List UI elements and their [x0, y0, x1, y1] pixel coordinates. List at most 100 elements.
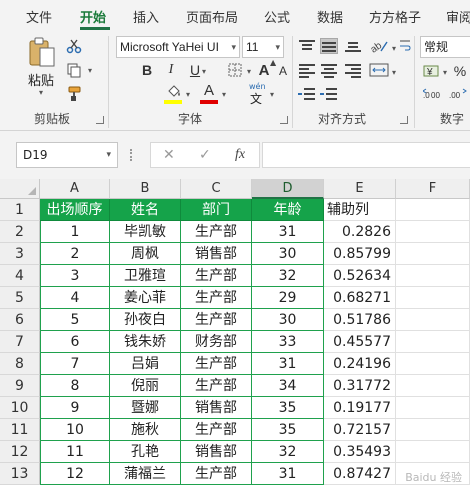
header-cell[interactable]: 姓名 [110, 199, 181, 221]
align-left-icon[interactable] [298, 62, 316, 78]
clipboard-dialog-launcher-icon[interactable] [96, 116, 104, 124]
font-size-combo[interactable]: 11 ▾ [242, 36, 284, 58]
table-cell[interactable]: 生产部 [181, 309, 252, 331]
decrease-indent-icon[interactable] [298, 86, 316, 102]
table-cell[interactable]: 30 [252, 243, 324, 265]
table-cell[interactable]: 6 [40, 331, 110, 353]
increase-decimal-icon[interactable]: .0 00 [422, 86, 444, 102]
copy-icon[interactable] [64, 60, 84, 80]
table-cell[interactable]: 31 [252, 463, 324, 485]
tab-page-layout[interactable]: 页面布局 [186, 7, 238, 26]
table-cell[interactable]: 毕凯敏 [110, 221, 181, 243]
table-cell[interactable]: 35 [252, 397, 324, 419]
column-header-d[interactable]: D [252, 179, 324, 199]
row-header[interactable]: 4 [0, 265, 40, 287]
table-cell[interactable]: 卫雅瑄 [110, 265, 181, 287]
tab-insert[interactable]: 插入 [133, 7, 159, 26]
table-cell[interactable]: 30 [252, 309, 324, 331]
table-cell[interactable]: 倪丽 [110, 375, 181, 397]
row-header[interactable]: 8 [0, 353, 40, 375]
insert-function-icon[interactable]: fx [235, 147, 245, 163]
phonetic-chevron-down-icon[interactable]: ▾ [270, 90, 274, 99]
table-cell[interactable]: 1 [40, 221, 110, 243]
increase-indent-icon[interactable] [320, 86, 338, 102]
table-cell[interactable]: 销售部 [181, 243, 252, 265]
alignment-dialog-launcher-icon[interactable] [400, 116, 408, 124]
top-align-icon[interactable] [298, 38, 316, 54]
row-header[interactable]: 13 [0, 463, 40, 485]
copy-chevron-down-icon[interactable]: ▾ [88, 66, 92, 75]
font-color-chevron-down-icon[interactable]: ▾ [222, 90, 226, 99]
percent-format-button[interactable]: % [452, 62, 468, 80]
table-cell[interactable]: 0.87427 [324, 463, 396, 485]
empty-cell[interactable] [396, 375, 470, 397]
table-cell[interactable]: 孙夜白 [110, 309, 181, 331]
table-cell[interactable]: 2 [40, 243, 110, 265]
cut-icon[interactable] [64, 36, 84, 56]
empty-cell[interactable] [396, 397, 470, 419]
table-cell[interactable]: 生产部 [181, 375, 252, 397]
table-cell[interactable]: 3 [40, 265, 110, 287]
bottom-align-icon[interactable] [344, 38, 362, 54]
tab-fangfang[interactable]: 方方格子 [369, 7, 421, 26]
table-cell[interactable]: 0.45577 [324, 331, 396, 353]
tab-file[interactable]: 文件 [26, 7, 52, 26]
enter-icon[interactable]: ✓ [199, 147, 211, 163]
table-cell[interactable]: 生产部 [181, 353, 252, 375]
table-cell[interactable]: 暨娜 [110, 397, 181, 419]
table-cell[interactable]: 0.31772 [324, 375, 396, 397]
table-cell[interactable]: 31 [252, 353, 324, 375]
row-header[interactable]: 1 [0, 199, 40, 221]
table-cell[interactable]: 33 [252, 331, 324, 353]
tab-review[interactable]: 审阅 [446, 7, 470, 26]
empty-cell[interactable] [396, 331, 470, 353]
table-cell[interactable]: 0.85799 [324, 243, 396, 265]
orientation-chevron-down-icon[interactable]: ▾ [392, 44, 396, 53]
header-cell[interactable]: 年龄 [252, 199, 324, 221]
select-all-button[interactable] [0, 179, 40, 199]
empty-cell[interactable] [396, 441, 470, 463]
table-cell[interactable]: 销售部 [181, 397, 252, 419]
row-header[interactable]: 10 [0, 397, 40, 419]
header-cell[interactable]: 部门 [181, 199, 252, 221]
empty-cell[interactable] [396, 265, 470, 287]
table-cell[interactable]: 生产部 [181, 265, 252, 287]
font-dialog-launcher-icon[interactable] [280, 116, 288, 124]
paste-label[interactable]: 粘贴 [28, 70, 54, 89]
table-cell[interactable]: 0.35493 [324, 441, 396, 463]
underline-chevron-down-icon[interactable]: ▾ [202, 67, 206, 76]
table-cell[interactable]: 10 [40, 419, 110, 441]
formula-bar-resize-handle[interactable] [130, 149, 134, 161]
format-painter-icon[interactable] [64, 84, 84, 104]
currency-format-icon[interactable]: ¥ [422, 62, 442, 80]
row-header[interactable]: 11 [0, 419, 40, 441]
table-cell[interactable]: 5 [40, 309, 110, 331]
table-cell[interactable]: 生产部 [181, 287, 252, 309]
tab-home[interactable]: 开始 [80, 7, 106, 26]
empty-cell[interactable] [396, 309, 470, 331]
fill-color-icon[interactable] [164, 84, 184, 100]
table-cell[interactable]: 32 [252, 441, 324, 463]
table-cell[interactable]: 销售部 [181, 441, 252, 463]
table-cell[interactable]: 4 [40, 287, 110, 309]
currency-chevron-down-icon[interactable]: ▾ [443, 68, 447, 77]
column-header-b[interactable]: B [110, 179, 181, 199]
table-cell[interactable]: 吕娟 [110, 353, 181, 375]
table-cell[interactable]: 蒲福兰 [110, 463, 181, 485]
empty-cell[interactable] [396, 419, 470, 441]
table-cell[interactable]: 钱朱娇 [110, 331, 181, 353]
formula-input[interactable] [262, 142, 470, 168]
font-size-chevron-down-icon[interactable]: ▾ [275, 37, 280, 57]
empty-cell[interactable] [396, 221, 470, 243]
paste-icon[interactable] [26, 36, 58, 70]
row-header[interactable]: 2 [0, 221, 40, 243]
italic-button[interactable]: I [162, 61, 180, 79]
name-box-chevron-down-icon[interactable]: ▾ [106, 143, 111, 167]
column-header-a[interactable]: A [40, 179, 110, 199]
number-format-combo[interactable]: 常规 [420, 36, 470, 58]
table-cell[interactable]: 35 [252, 419, 324, 441]
phonetic-guide-button[interactable]: 文 [250, 90, 262, 107]
table-cell[interactable]: 34 [252, 375, 324, 397]
decrease-decimal-icon[interactable]: .00 [448, 86, 470, 102]
table-cell[interactable]: 财务部 [181, 331, 252, 353]
